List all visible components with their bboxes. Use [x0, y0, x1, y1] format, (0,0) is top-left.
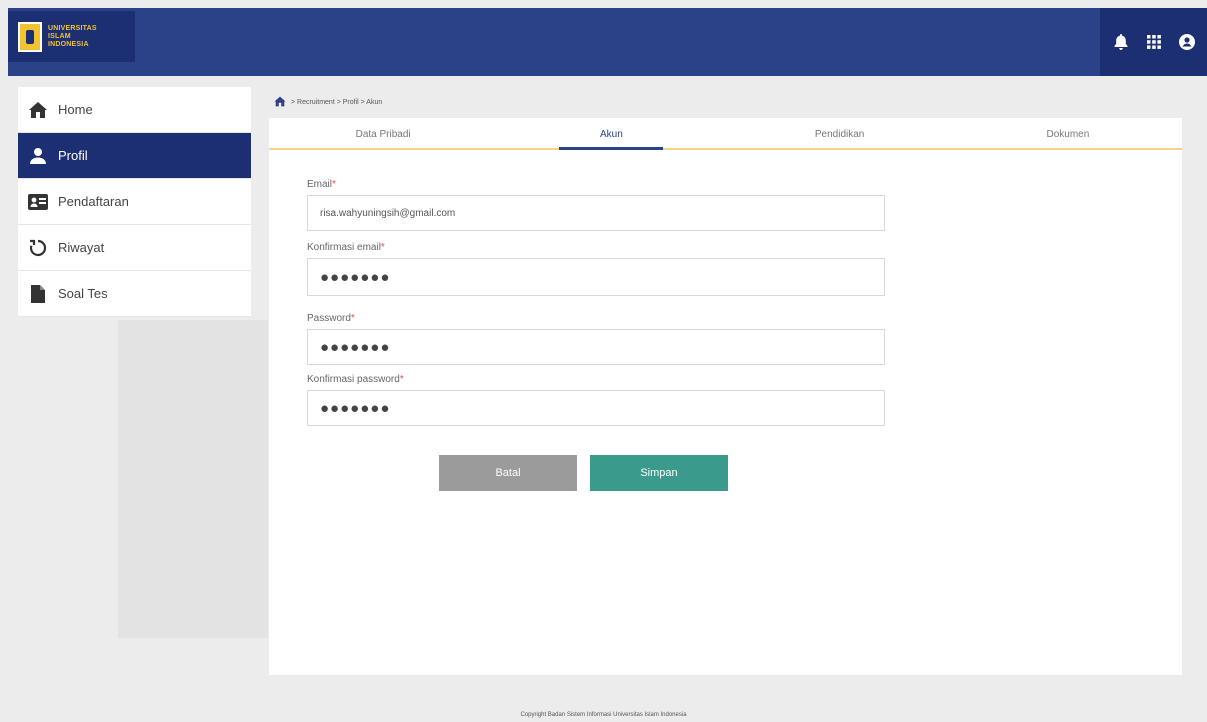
id-card-icon — [28, 192, 48, 212]
confirm-password-field[interactable]: ●●●●●●● — [307, 390, 885, 426]
header-actions — [1100, 8, 1207, 76]
brand-line-3: INDONESIA — [48, 40, 89, 48]
sidebar-item-label: Riwayat — [58, 240, 105, 255]
sidebar-item-label: Home — [58, 102, 93, 117]
home-icon[interactable] — [273, 96, 287, 109]
form-actions: Batal Simpan — [439, 455, 728, 491]
email-label: Email* — [307, 179, 336, 190]
email-field[interactable]: risa.wahyuningsih@gmail.com — [307, 195, 885, 231]
tab-pendidikan[interactable]: Pendidikan — [726, 118, 954, 148]
sidebar-backdrop — [118, 320, 268, 638]
document-icon — [28, 284, 48, 304]
tab-bar: Data Pribadi Akun Pendidikan Dokumen — [269, 118, 1182, 150]
sidebar-item-riwayat[interactable]: Riwayat — [18, 225, 251, 271]
password-field[interactable]: ●●●●●●● — [307, 329, 885, 365]
tab-data-pribadi[interactable]: Data Pribadi — [269, 118, 497, 148]
home-icon — [28, 100, 48, 120]
main-panel: > Recruitment > Profil > Akun Data Priba… — [269, 87, 1182, 675]
sidebar-item-pendaftaran[interactable]: Pendaftaran — [18, 179, 251, 225]
sidebar-item-label: Soal Tes — [58, 286, 108, 301]
sidebar-item-soal-tes[interactable]: Soal Tes — [18, 271, 251, 317]
top-header — [8, 8, 1207, 76]
password-label: Password* — [307, 313, 355, 324]
cancel-button[interactable]: Batal — [439, 455, 577, 491]
tab-akun[interactable]: Akun — [497, 118, 725, 150]
apps-grid-icon[interactable] — [1143, 31, 1165, 53]
university-logo[interactable]: UNIVERSITAS ISLAM INDONESIA — [8, 11, 135, 62]
confirm-password-label: Konfirmasi password* — [307, 374, 404, 385]
tab-dokumen[interactable]: Dokumen — [954, 118, 1182, 148]
save-button[interactable]: Simpan — [590, 455, 728, 491]
confirm-email-field[interactable]: ●●●●●●● — [307, 258, 885, 296]
confirm-email-label: Konfirmasi email* — [307, 242, 385, 253]
bell-icon[interactable] — [1110, 31, 1132, 53]
brand-line-2: ISLAM — [48, 32, 71, 40]
sidebar-item-profil[interactable]: Profil — [18, 133, 251, 179]
footer-copyright: Copyright Badan Sistem Informasi Univers… — [520, 712, 687, 718]
brand-line-1: UNIVERSITAS — [48, 24, 97, 32]
sidebar-item-label: Profil — [58, 148, 88, 163]
sidebar: Home Profil Pendaftaran Riwayat Soal Tes — [18, 87, 251, 317]
user-icon — [28, 146, 48, 166]
emblem-icon — [18, 21, 42, 52]
sidebar-item-label: Pendaftaran — [58, 194, 129, 209]
breadcrumb-path[interactable]: > Recruitment > Profil > Akun — [291, 99, 382, 106]
breadcrumb: > Recruitment > Profil > Akun — [269, 87, 1182, 118]
sidebar-item-home[interactable]: Home — [18, 87, 251, 133]
account-form: Email* risa.wahyuningsih@gmail.com Konfi… — [307, 179, 887, 426]
history-icon — [28, 238, 48, 258]
account-icon[interactable] — [1176, 31, 1198, 53]
